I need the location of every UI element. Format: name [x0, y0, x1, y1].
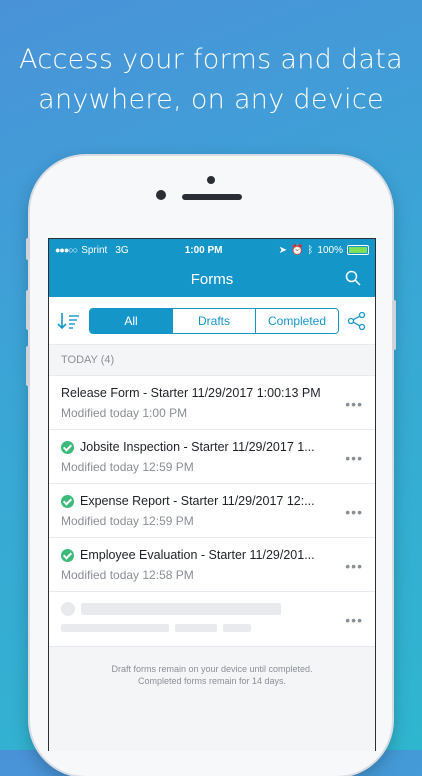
form-row[interactable]: Employee Evaluation - Starter 11/29/201.…	[49, 538, 375, 592]
sort-icon[interactable]	[57, 311, 81, 331]
form-title: Jobsite Inspection - Starter 11/29/2017 …	[80, 440, 315, 454]
form-modified: Modified today 12:59 PM	[61, 460, 194, 474]
volume-down-button	[26, 346, 30, 386]
placeholder-sub-bar	[61, 624, 169, 632]
placeholder-sub-bar	[223, 624, 251, 632]
filter-toolbar: All Drafts Completed	[49, 297, 375, 345]
form-modified: Modified today 1:00 PM	[61, 406, 188, 420]
phone-screen: ●●●○○ Sprint 3G 1:00 PM ➤ ⏰ ᛒ 100% Forms	[48, 238, 376, 751]
alarm-icon: ⏰	[290, 244, 304, 256]
placeholder-row: •••	[49, 592, 375, 647]
front-camera	[156, 190, 166, 200]
check-icon	[61, 494, 74, 508]
mute-switch	[26, 238, 30, 260]
placeholder-title-bar	[81, 603, 281, 615]
clock: 1:00 PM	[184, 244, 223, 256]
more-icon[interactable]: •••	[345, 504, 363, 520]
check-icon	[61, 440, 74, 454]
battery-percent: 100%	[317, 244, 343, 256]
network: 3G	[115, 244, 129, 256]
retention-note-line2: Completed forms remain for 14 days.	[137, 676, 287, 686]
more-icon[interactable]: •••	[345, 396, 363, 412]
nav-bar: Forms	[49, 261, 375, 297]
retention-note-line1: Draft forms remain on your device until …	[111, 664, 313, 674]
retention-note: Draft forms remain on your device until …	[49, 647, 375, 751]
proximity-sensor	[207, 176, 215, 184]
tab-drafts[interactable]: Drafts	[172, 308, 255, 333]
check-icon	[61, 548, 74, 562]
form-title: Release Form - Starter 11/29/2017 1:00:1…	[61, 386, 321, 400]
location-icon: ➤	[278, 244, 287, 256]
earpiece-speaker	[182, 194, 242, 200]
form-row[interactable]: Expense Report - Starter 11/29/2017 12:.…	[49, 484, 375, 538]
form-row[interactable]: Release Form - Starter 11/29/2017 1:00:1…	[49, 376, 375, 430]
carrier: Sprint	[81, 244, 108, 256]
filter-segmented-control: All Drafts Completed	[89, 307, 339, 334]
headline: Access your forms and data anywhere, on …	[0, 40, 422, 120]
headline-line1: Access your forms and data	[19, 44, 403, 75]
power-button	[392, 300, 396, 350]
more-icon[interactable]: •••	[345, 612, 363, 628]
volume-up-button	[26, 290, 30, 330]
bluetooth-icon: ᛒ	[307, 244, 314, 256]
more-icon[interactable]: •••	[345, 450, 363, 466]
headline-line2: anywhere, on any device	[38, 84, 384, 115]
section-header-today: TODAY (4)	[49, 345, 375, 376]
form-modified: Modified today 12:58 PM	[61, 568, 194, 582]
placeholder-sub-bar	[175, 624, 217, 632]
signal-icon: ●●●○○	[55, 245, 78, 255]
page-title: Forms	[190, 270, 234, 288]
battery-icon	[347, 245, 369, 255]
tab-all[interactable]: All	[90, 308, 172, 333]
form-row[interactable]: Jobsite Inspection - Starter 11/29/2017 …	[49, 430, 375, 484]
form-title: Employee Evaluation - Starter 11/29/201.…	[80, 548, 315, 562]
status-bar: ●●●○○ Sprint 3G 1:00 PM ➤ ⏰ ᛒ 100%	[49, 239, 375, 261]
tab-completed[interactable]: Completed	[255, 308, 338, 333]
search-icon[interactable]	[345, 270, 361, 286]
form-modified: Modified today 12:59 PM	[61, 514, 194, 528]
placeholder-circle	[61, 602, 75, 616]
share-icon[interactable]	[347, 311, 367, 331]
form-title: Expense Report - Starter 11/29/2017 12:.…	[80, 494, 315, 508]
more-icon[interactable]: •••	[345, 558, 363, 574]
